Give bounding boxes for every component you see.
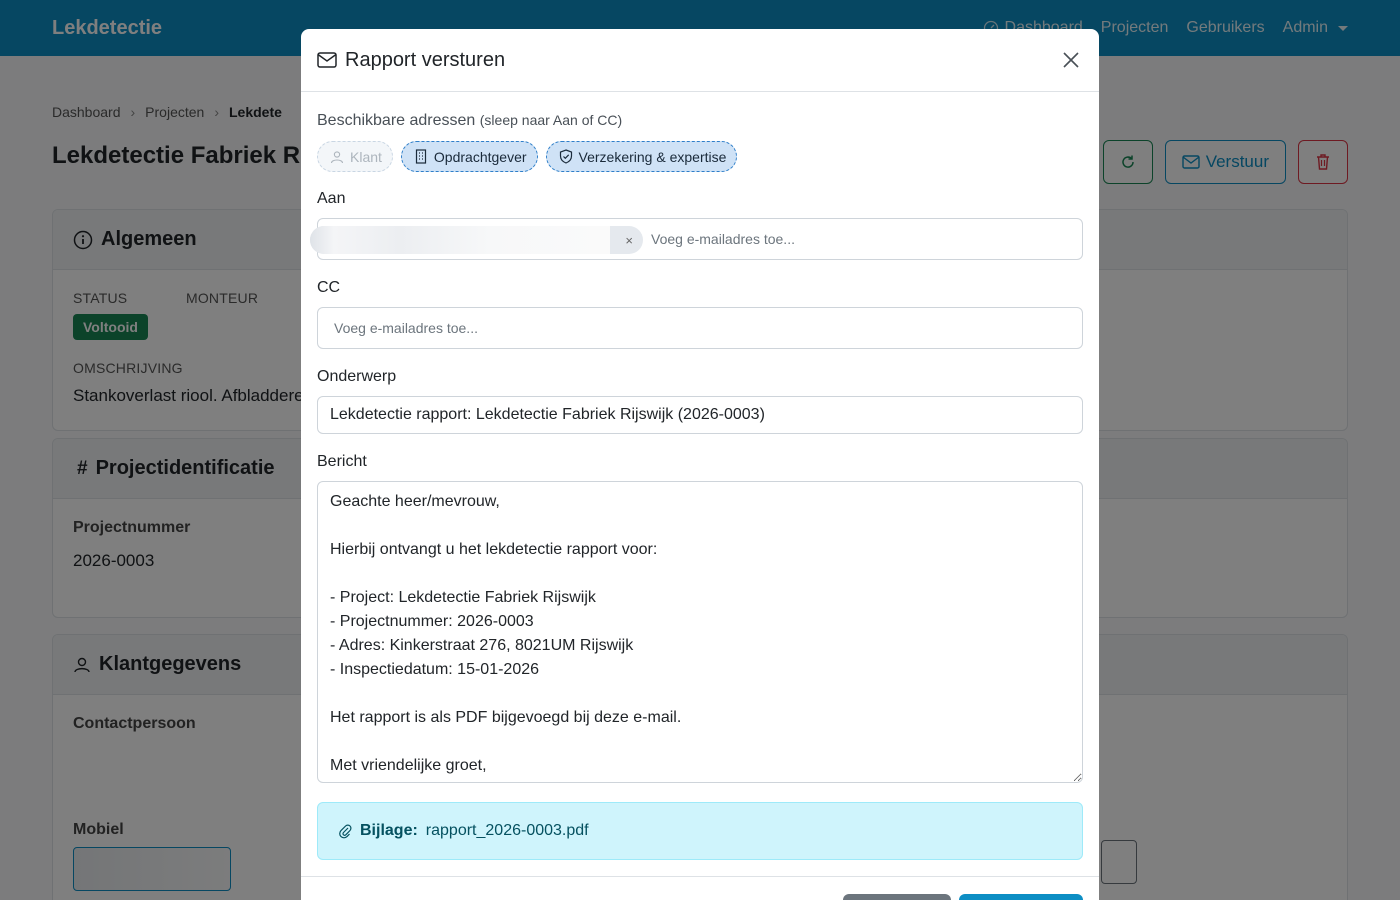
message-textarea[interactable]: Geachte heer/mevrouw, Hierbij ontvangt u… (317, 481, 1083, 783)
available-addresses-title: Beschikbare adressen (317, 112, 476, 129)
chip-opdrachtgever-label: Opdrachtgever (433, 148, 527, 165)
close-icon (1063, 52, 1079, 68)
to-field[interactable]: × (310, 218, 1083, 260)
paperclip-icon (339, 824, 352, 839)
attachment-label: Bijlage: (360, 822, 418, 839)
cc-email-input[interactable] (334, 320, 754, 336)
to-label: Aan (317, 190, 346, 207)
modal-body: Beschikbare adressen (sleep naar Aan of … (301, 92, 1099, 860)
modal-title: Rapport versturen (345, 48, 506, 71)
subject-input[interactable] (317, 396, 1083, 434)
remove-tag-button[interactable]: × (625, 233, 633, 248)
send-button[interactable] (959, 894, 1083, 900)
send-report-modal: Rapport versturen Beschikbare adressen (… (301, 29, 1099, 900)
cc-field[interactable] (317, 307, 1083, 349)
available-addresses-hint: (sleep naar Aan of CC) (479, 112, 623, 128)
modal-footer (301, 876, 1099, 900)
chip-klant-label: Klant (350, 148, 382, 165)
cancel-button[interactable] (843, 894, 951, 900)
chip-opdrachtgever[interactable]: Opdrachtgever (400, 141, 538, 172)
address-chips: Klant Opdrachtgever Verzekering & expert… (317, 141, 1083, 172)
close-button[interactable] (1059, 48, 1083, 72)
attachment-alert: Bijlage: rapport_2026-0003.pdf (317, 802, 1083, 860)
chip-klant: Klant (317, 141, 393, 172)
envelope-icon (317, 52, 337, 68)
subject-label: Onderwerp (317, 368, 397, 385)
available-addresses-header: Beschikbare adressen (sleep naar Aan of … (317, 112, 1083, 130)
chip-verzekering[interactable]: Verzekering & expertise (545, 141, 738, 172)
redacted-email (310, 226, 610, 254)
attachment-filename[interactable]: rapport_2026-0003.pdf (426, 822, 589, 840)
cc-label: CC (317, 279, 341, 296)
to-email-tag[interactable]: × (310, 226, 643, 254)
to-email-input[interactable] (651, 231, 1066, 247)
shield-icon (559, 149, 572, 164)
chip-verzekering-label: Verzekering & expertise (578, 148, 727, 165)
message-label: Bericht (317, 453, 367, 470)
person-icon (330, 150, 344, 163)
building-icon (415, 149, 427, 164)
modal-header: Rapport versturen (301, 29, 1099, 92)
